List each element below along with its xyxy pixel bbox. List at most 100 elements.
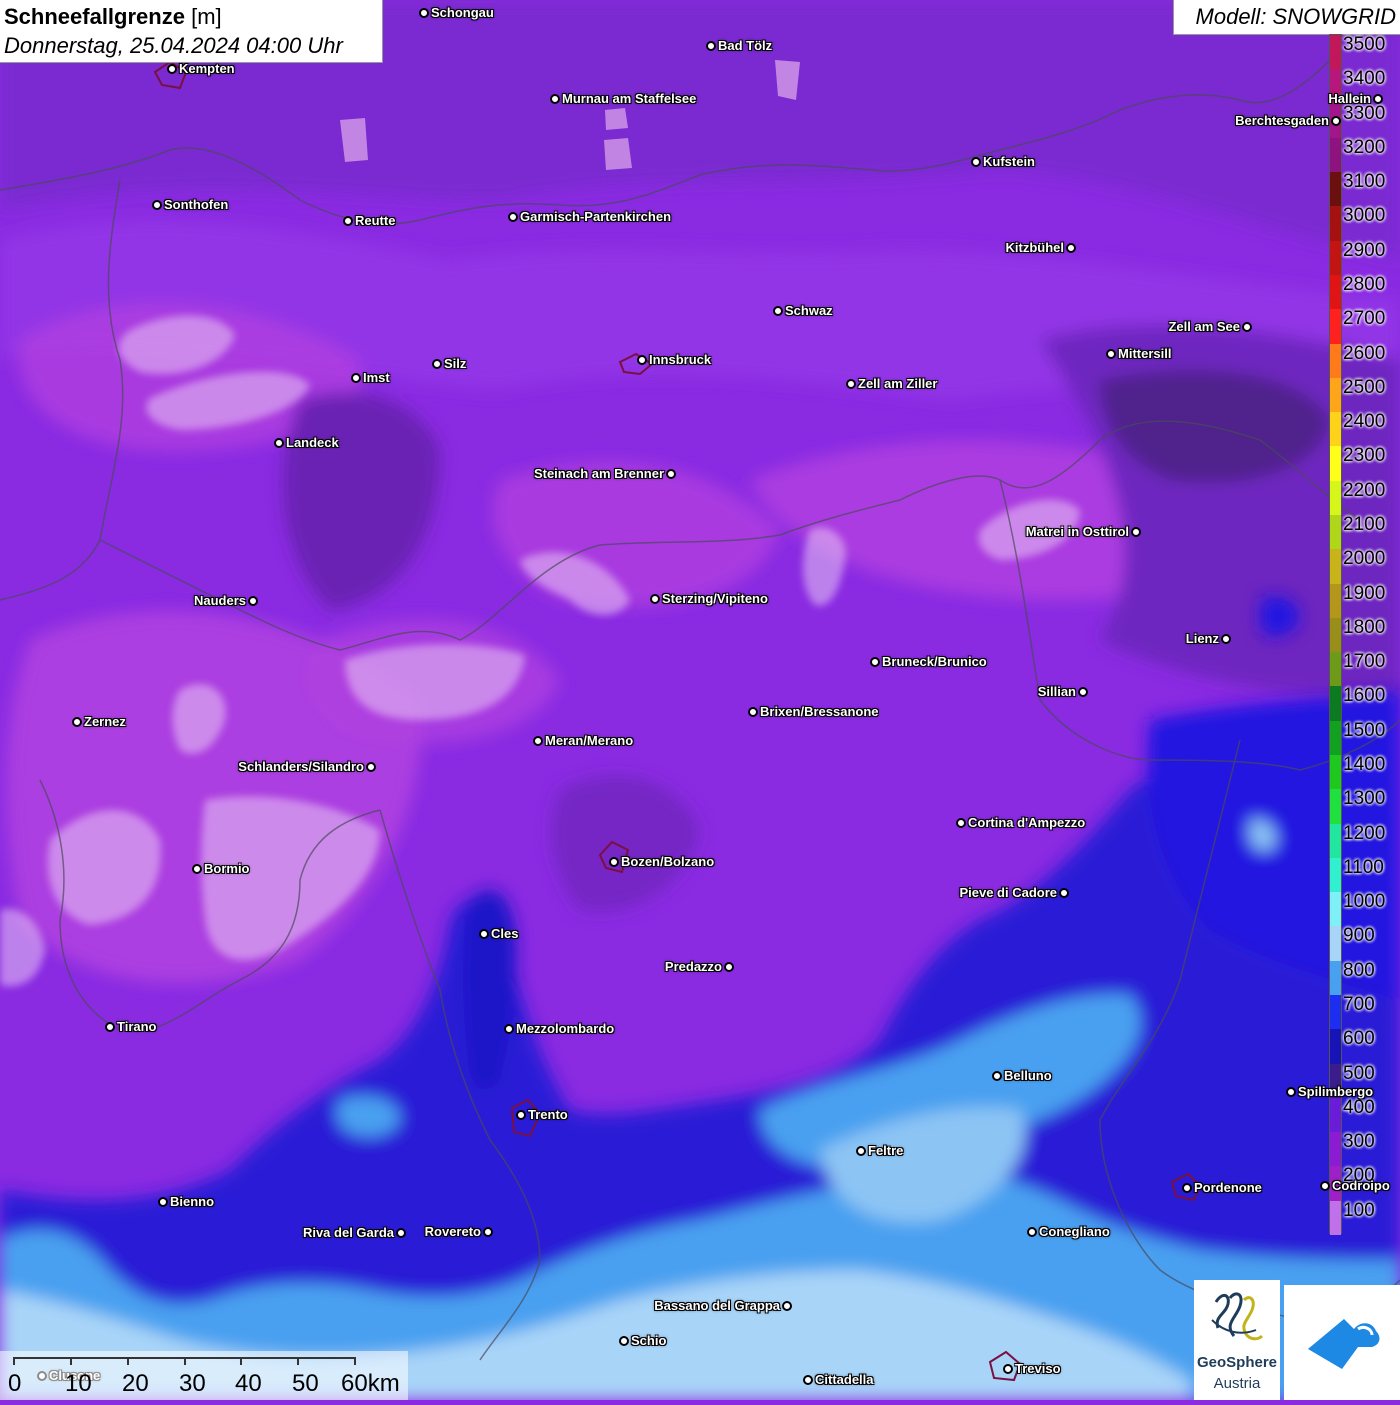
legend-color-segment <box>1330 275 1341 310</box>
city-dot-icon <box>274 438 284 448</box>
legend-value-label: 300 <box>1343 1131 1375 1153</box>
city-dot-icon <box>483 1227 493 1237</box>
scale-label: 0 <box>8 1370 22 1397</box>
legend-color-segment <box>1330 1200 1341 1236</box>
city-dot-icon <box>343 216 353 226</box>
legend-color-segment <box>1330 617 1341 653</box>
city-label: Cortina d'Ampezzo <box>968 815 1086 830</box>
legend-color-segment <box>1330 1097 1341 1133</box>
city-dot-icon <box>533 736 543 746</box>
city-label: Bassano del Grappa <box>654 1298 780 1313</box>
city-dot-icon <box>1131 527 1141 537</box>
city-dot-icon <box>72 717 82 727</box>
city-label: Garmisch-Partenkirchen <box>520 209 672 224</box>
city-dot-icon <box>706 41 716 51</box>
city-label: Riva del Garda <box>302 1225 394 1240</box>
city-dot-icon <box>773 306 783 316</box>
scale-tick <box>240 1357 242 1365</box>
city-dot-icon <box>748 707 758 717</box>
legend-color-segment <box>1330 206 1341 242</box>
geosphere-emblem-icon <box>1211 1292 1264 1341</box>
city-label: Brixen/Bressanone <box>760 704 879 719</box>
city-dot-icon <box>846 379 856 389</box>
city-dot-icon <box>856 1146 866 1156</box>
city-label: Tirano <box>117 1019 157 1034</box>
legend-color-segment <box>1330 1132 1341 1167</box>
legend-value-label: 1300 <box>1343 788 1386 810</box>
city-label: Pordenone <box>1194 1180 1262 1195</box>
legend-color-segment <box>1330 583 1341 619</box>
city-label: Kitzbühel <box>1005 240 1065 255</box>
app-logo-icon <box>1308 1319 1380 1369</box>
city-label: Imst <box>363 370 390 385</box>
city-dot-icon <box>956 818 966 828</box>
city-dot-icon <box>152 200 162 210</box>
city-label: Codroipo <box>1332 1178 1390 1193</box>
city-dot-icon <box>637 355 647 365</box>
city-label: Pieve di Cadore <box>959 885 1057 900</box>
legend-color-segment <box>1330 480 1341 516</box>
geosphere-logo: GeoSphere Austria <box>1194 1280 1280 1400</box>
city-dot-icon <box>992 1071 1002 1081</box>
legend-value-label: 100 <box>1343 1199 1375 1221</box>
legend-value-label: 2200 <box>1343 479 1386 501</box>
city-dot-icon <box>870 657 880 667</box>
city-label: Zell am See <box>1168 319 1240 334</box>
city-label: Bienno <box>170 1194 215 1209</box>
legend-value-label: 1000 <box>1343 891 1386 913</box>
city-label: Sterzing/Vipiteno <box>662 591 768 606</box>
scale-tick <box>354 1357 356 1365</box>
legend-color-segment <box>1330 926 1341 962</box>
city-dot-icon <box>1331 116 1341 126</box>
city-dot-icon <box>609 857 619 867</box>
city-label: Zell am Ziller <box>858 376 938 391</box>
city-dot-icon <box>803 1375 813 1385</box>
city-label: Zernez <box>84 714 126 729</box>
legend-color-segment <box>1330 789 1341 825</box>
forecast-datetime: Donnerstag, 25.04.2024 04:00 Uhr <box>4 33 343 58</box>
legend-value-label: 3500 <box>1343 34 1386 55</box>
legend-color-segment <box>1330 960 1341 996</box>
legend-value-label: 2500 <box>1343 376 1386 398</box>
city-dot-icon <box>1373 94 1383 104</box>
scale-tick <box>70 1357 72 1365</box>
legend-value-label: 2700 <box>1343 308 1386 330</box>
city-dot-icon <box>1106 349 1116 359</box>
city-dot-icon <box>167 64 177 74</box>
city-dot-icon <box>1003 1364 1013 1374</box>
geosphere-logo-sub: Austria <box>1213 1375 1261 1392</box>
scale-label: 30 <box>179 1370 206 1397</box>
city-dot-icon <box>1182 1183 1192 1193</box>
scale-tick <box>127 1357 129 1365</box>
scale-label: 50 <box>292 1370 319 1397</box>
map-title: Schneefallgrenze [m] <box>4 4 222 30</box>
legend-color-segment <box>1330 343 1341 379</box>
city-label: Kempten <box>179 61 235 76</box>
legend-value-label: 700 <box>1343 994 1375 1015</box>
legend-value-label: 2800 <box>1343 274 1386 295</box>
city-dot-icon <box>516 1110 526 1120</box>
legend-color-segment <box>1330 652 1341 687</box>
city-dot-icon <box>782 1301 792 1311</box>
city-label: Schwaz <box>785 303 833 318</box>
legend-color-segment <box>1330 412 1341 447</box>
legend-value-label: 3100 <box>1343 171 1386 193</box>
city-label: Feltre <box>868 1143 904 1158</box>
legend-color-segment <box>1330 995 1341 1030</box>
city-label: Cittadella <box>815 1372 874 1387</box>
city-label: Sillian <box>1037 684 1076 699</box>
city-label: Hallein <box>1328 91 1371 106</box>
legend-color-segment <box>1330 857 1341 893</box>
legend-color-segment <box>1330 755 1341 790</box>
city-label: Matrei in Osttirol <box>1025 524 1129 539</box>
legend-color-segment <box>1330 172 1341 207</box>
legend-value-label: 400 <box>1343 1096 1375 1118</box>
legend-color-segment <box>1330 240 1341 276</box>
legend-color-segment <box>1330 823 1341 859</box>
city-label: Schongau <box>431 5 494 20</box>
scale-label: 60km <box>341 1370 400 1397</box>
city-dot-icon <box>666 469 676 479</box>
city-dot-icon <box>1066 243 1076 253</box>
city-label: Kufstein <box>983 154 1035 169</box>
scale-tick <box>184 1357 186 1365</box>
